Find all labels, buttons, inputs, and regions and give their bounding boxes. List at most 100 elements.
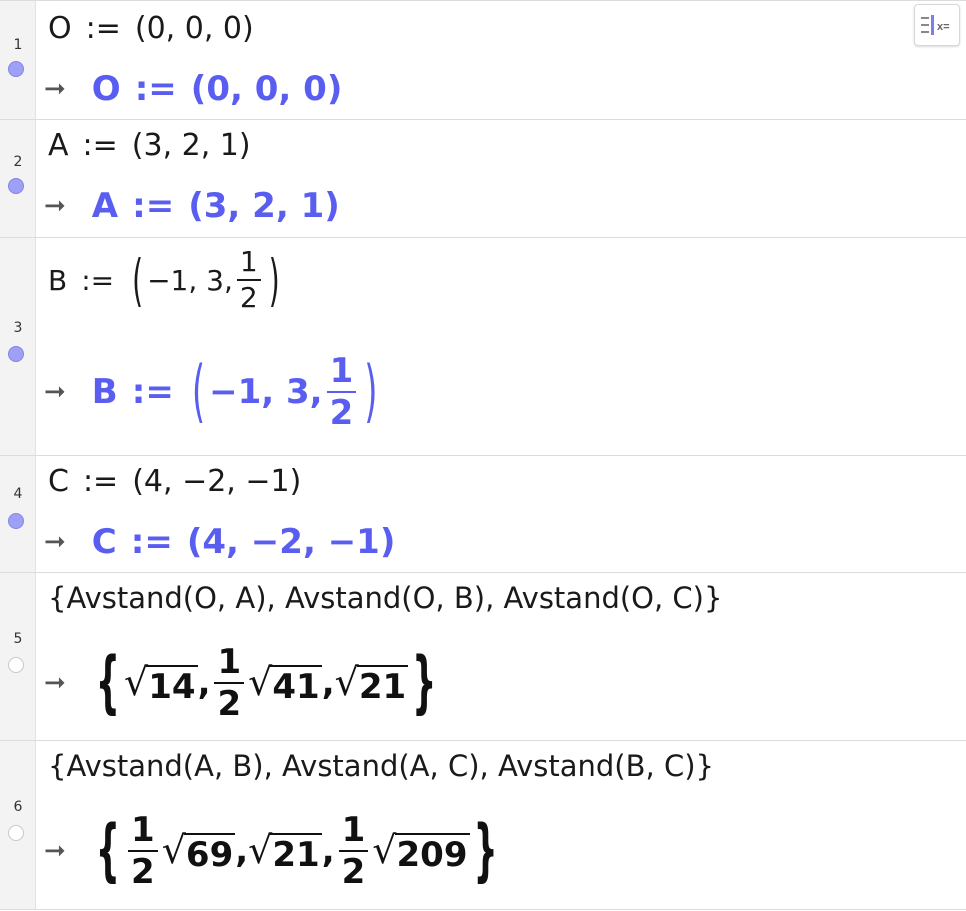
- fraction: 1 2: [236, 248, 261, 314]
- cas-view: 1 O := (0, 0, 0) ➞ O := (0, 0, 0) 2 A :=…: [0, 0, 966, 911]
- output-value: −1, 3,: [209, 372, 323, 412]
- visibility-toggle[interactable]: [8, 825, 24, 841]
- input-value: −1, 3,: [147, 263, 233, 297]
- fraction-numerator: 1: [214, 645, 245, 684]
- row-gutter: 4: [0, 456, 36, 572]
- radicand: 21: [270, 832, 322, 875]
- row-gutter: 2: [0, 120, 36, 237]
- input-label: A: [48, 128, 69, 163]
- visibility-toggle[interactable]: [8, 513, 24, 529]
- visibility-toggle[interactable]: [8, 178, 24, 194]
- cas-input[interactable]: O := (0, 0, 0): [48, 11, 254, 46]
- algebra-toggle-icon: x=: [921, 15, 950, 35]
- cas-output: ➞ C := (4, −2, −1): [44, 522, 395, 562]
- output-arrow-icon: ➞: [44, 377, 66, 407]
- cas-input[interactable]: {Avstand(O, A), Avstand(O, B), Avstand(O…: [48, 581, 722, 615]
- cas-output: ➞ { √ 14 , 1 2 √ 41 , √ 21 }: [44, 642, 437, 724]
- fraction-denominator: 2: [239, 281, 258, 314]
- row-number: 6: [13, 799, 23, 815]
- square-root: √ 41: [248, 659, 322, 707]
- visibility-toggle[interactable]: [8, 346, 24, 362]
- input-expression: {Avstand(O, A), Avstand(O, B), Avstand(O…: [48, 581, 723, 615]
- assign-operator: :=: [82, 128, 118, 163]
- row-gutter: 1: [0, 1, 36, 119]
- assign-operator: :=: [85, 11, 121, 46]
- fraction-denominator: 2: [341, 852, 366, 892]
- assign-operator: :=: [130, 522, 173, 562]
- output-arrow-icon: ➞: [44, 836, 66, 866]
- input-label: B: [48, 263, 68, 297]
- brace-right: }: [412, 643, 437, 723]
- row-number: 5: [13, 631, 23, 647]
- output-value: (3, 2, 1): [188, 186, 340, 226]
- cas-output: ➞ { 1 2 √ 69 , √ 21 , 1 2 √ 209 }: [44, 810, 498, 892]
- cas-row-5[interactable]: 5 {Avstand(O, A), Avstand(O, B), Avstand…: [0, 573, 966, 741]
- cas-row-1[interactable]: 1 O := (0, 0, 0) ➞ O := (0, 0, 0): [0, 1, 966, 120]
- fraction-denominator: 2: [329, 393, 354, 433]
- output-value: (4, −2, −1): [186, 522, 396, 562]
- output-label: O: [91, 69, 121, 109]
- input-value: (0, 0, 0): [134, 11, 254, 46]
- fraction-denominator: 2: [131, 852, 155, 892]
- output-arrow-icon: ➞: [44, 668, 66, 698]
- row-gutter: 6: [0, 741, 36, 909]
- row-gutter: 3: [0, 238, 36, 455]
- cas-input[interactable]: {Avstand(A, B), Avstand(A, C), Avstand(B…: [48, 749, 714, 783]
- cas-input[interactable]: C := (4, −2, −1): [48, 464, 301, 499]
- cas-input[interactable]: B := ( −1, 3, 1 2 ): [48, 247, 284, 314]
- fraction-numerator: 1: [128, 813, 158, 852]
- visibility-toggle[interactable]: [8, 61, 24, 77]
- brace-left: {: [95, 811, 121, 891]
- fraction-denominator: 2: [217, 684, 242, 724]
- fraction-numerator: 1: [236, 248, 261, 281]
- output-arrow-icon: ➞: [44, 74, 66, 104]
- assign-operator: :=: [82, 464, 119, 499]
- output-label: B: [91, 372, 118, 412]
- input-expression: {Avstand(A, B), Avstand(A, C), Avstand(B…: [48, 749, 714, 783]
- output-label: A: [91, 186, 119, 226]
- paren-left: (: [132, 247, 144, 313]
- square-root: √ 14: [124, 659, 198, 707]
- output-value: (0, 0, 0): [190, 69, 343, 109]
- fraction: 1 2: [326, 354, 357, 433]
- cas-output: ➞ B := ( −1, 3, 1 2 ): [44, 352, 382, 433]
- cas-row-3[interactable]: 3 B := ( −1, 3, 1 2 ) ➞ B := ( −1, 3, 1 …: [0, 238, 966, 456]
- cas-row-2[interactable]: 2 A := (3, 2, 1) ➞ A := (3, 2, 1): [0, 120, 966, 238]
- square-root: √ 69: [161, 827, 236, 875]
- output-arrow-icon: ➞: [44, 191, 66, 221]
- row-number: 3: [13, 320, 23, 336]
- fraction: 1 2: [214, 645, 245, 724]
- square-root: √ 209: [372, 827, 470, 875]
- brace-left: {: [95, 643, 121, 723]
- brace-right: }: [473, 811, 498, 891]
- algebra-toggle-button[interactable]: x=: [914, 4, 960, 46]
- input-label: O: [48, 11, 72, 46]
- radicand: 69: [183, 832, 236, 875]
- assign-operator: :=: [81, 263, 115, 297]
- assign-operator: :=: [131, 372, 174, 412]
- cas-row-6[interactable]: 6 {Avstand(A, B), Avstand(A, C), Avstand…: [0, 741, 966, 910]
- visibility-toggle[interactable]: [8, 657, 24, 673]
- input-value: (4, −2, −1): [132, 464, 302, 499]
- cas-output: ➞ O := (0, 0, 0): [44, 69, 342, 109]
- output-arrow-icon: ➞: [44, 527, 66, 557]
- cas-input[interactable]: A := (3, 2, 1): [48, 128, 251, 163]
- cas-output: ➞ A := (3, 2, 1): [44, 186, 340, 226]
- radicand: 41: [270, 664, 322, 707]
- radicand: 209: [394, 832, 470, 875]
- square-root: √ 21: [334, 659, 409, 707]
- toggle-text: x=: [937, 21, 950, 33]
- output-label: C: [91, 522, 117, 562]
- cas-row-4[interactable]: 4 C := (4, −2, −1) ➞ C := (4, −2, −1): [0, 456, 966, 573]
- input-label: C: [48, 464, 69, 499]
- paren-right: ): [268, 247, 280, 313]
- row-number: 4: [13, 486, 23, 502]
- row-number: 1: [13, 37, 23, 53]
- input-value: (3, 2, 1): [131, 128, 251, 163]
- assign-operator: :=: [132, 186, 175, 226]
- row-gutter: 5: [0, 573, 36, 740]
- radicand: 21: [356, 664, 409, 707]
- fraction: 1 2: [338, 813, 369, 892]
- paren-right: ): [364, 352, 378, 432]
- row-number: 2: [13, 154, 23, 170]
